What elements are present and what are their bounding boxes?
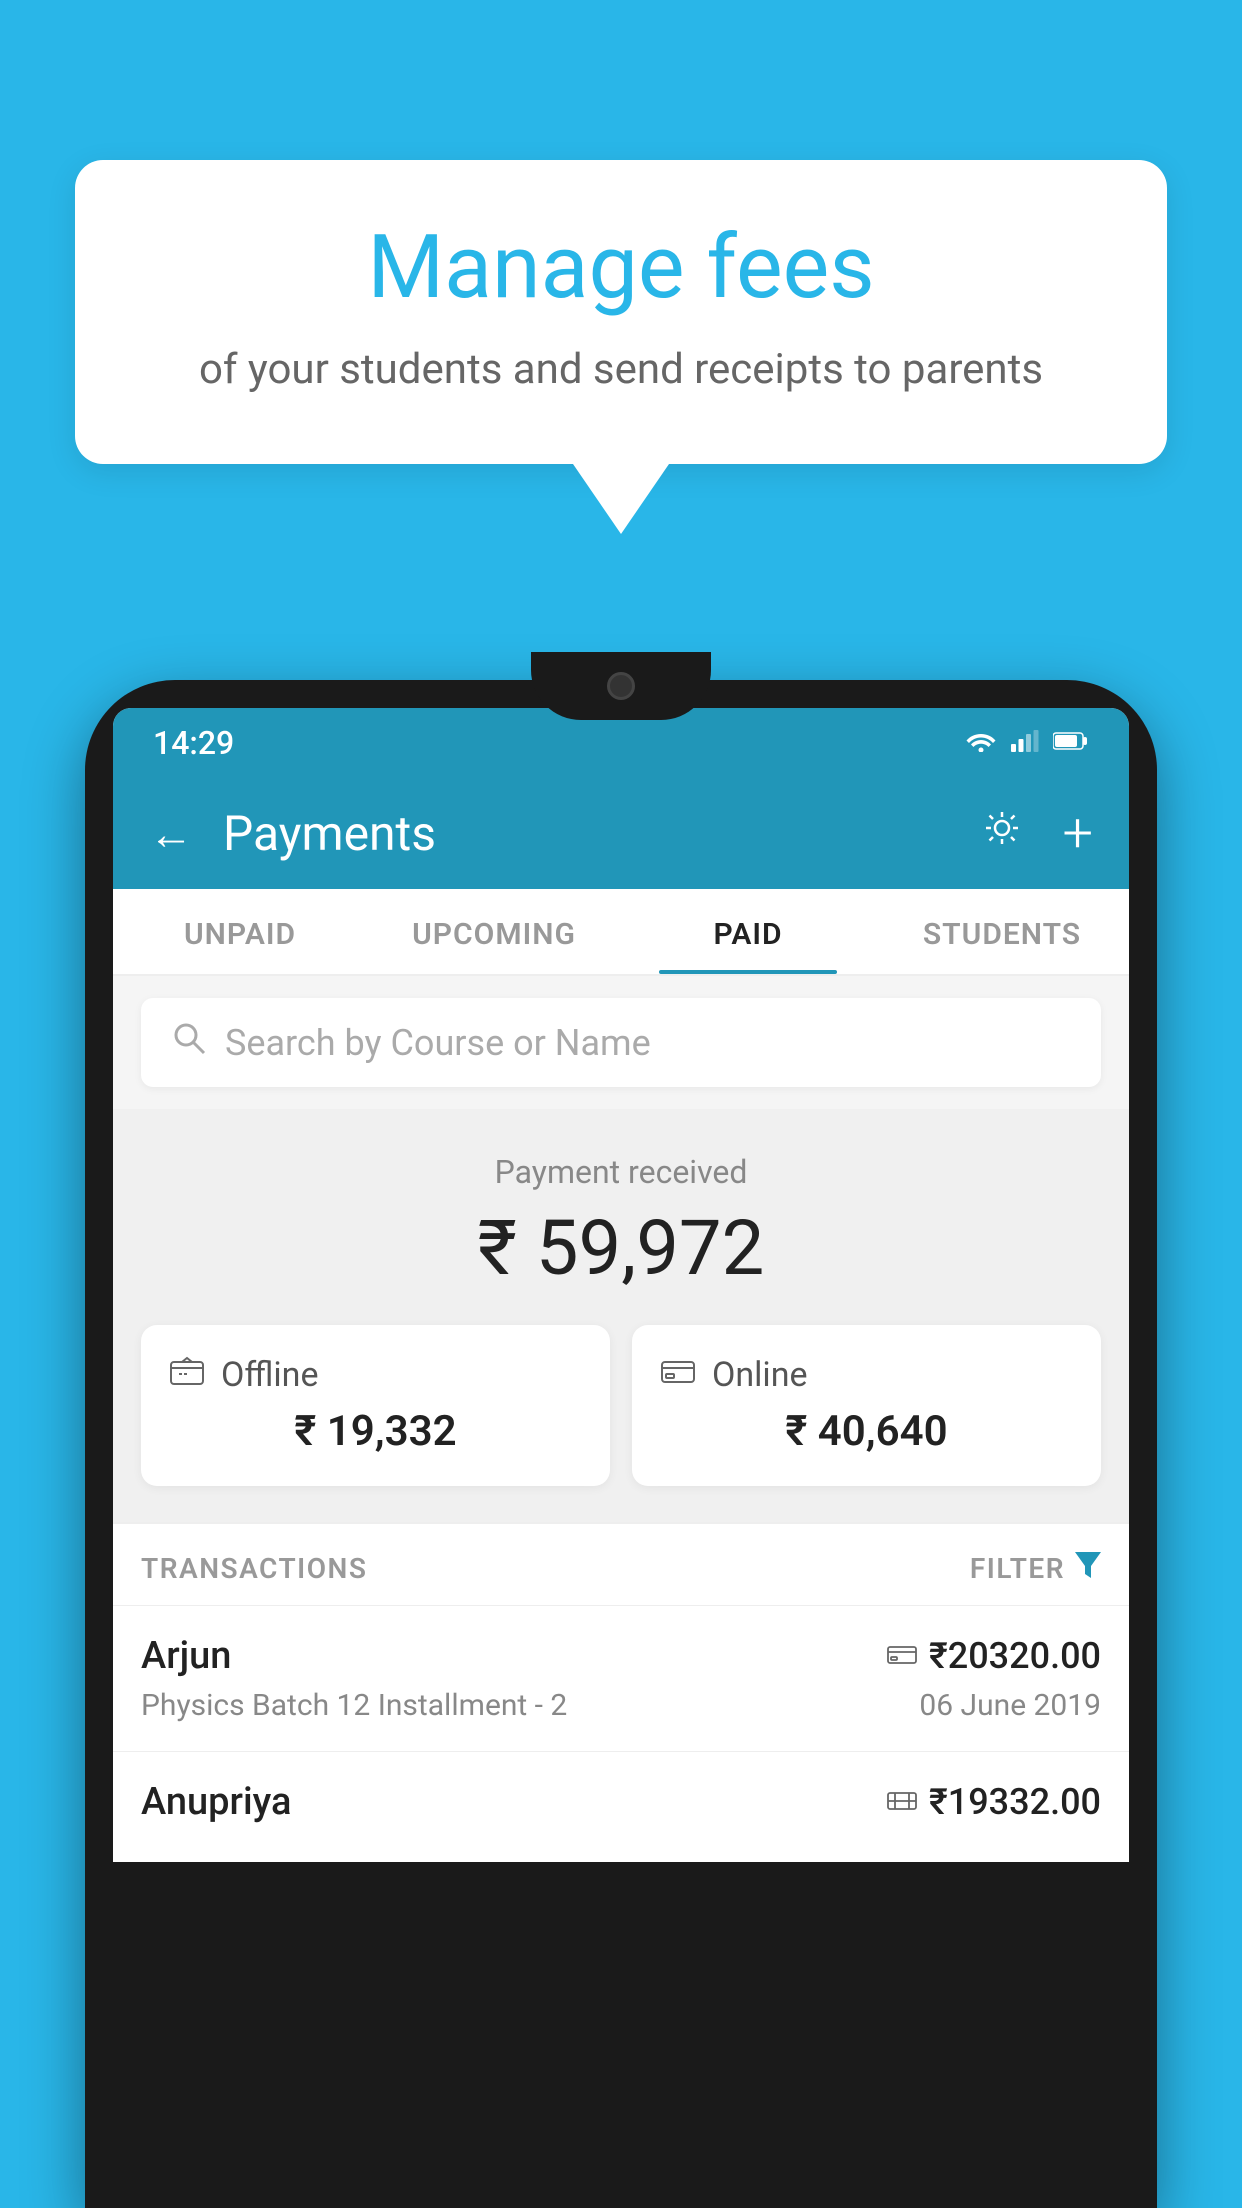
offline-payment-card: Offline ₹ 19,332 — [141, 1325, 610, 1486]
speech-bubble-container: Manage fees of your students and send re… — [75, 160, 1167, 534]
speech-bubble-title: Manage fees — [155, 220, 1087, 317]
online-payment-card: Online ₹ 40,640 — [632, 1325, 1101, 1486]
status-icons — [965, 730, 1089, 756]
online-type-label: Online — [712, 1355, 808, 1395]
signal-icon — [1011, 730, 1039, 756]
tab-upcoming[interactable]: UPCOMING — [367, 889, 621, 974]
transaction-amount: ₹20320.00 — [929, 1635, 1101, 1677]
filter-icon — [1075, 1552, 1101, 1585]
status-time: 14:29 — [153, 724, 234, 762]
offline-type-label: Offline — [221, 1355, 318, 1395]
offline-card-top: Offline — [169, 1355, 582, 1395]
phone-notch — [531, 652, 711, 720]
search-icon — [171, 1020, 207, 1065]
search-bar[interactable]: Search by Course or Name — [141, 998, 1101, 1087]
header-title: Payments — [223, 805, 960, 862]
phone-container: 14:29 — [85, 680, 1157, 2208]
offline-icon — [169, 1355, 205, 1395]
offline-amount: ₹ 19,332 — [169, 1407, 582, 1456]
online-amount: ₹ 40,640 — [660, 1407, 1073, 1456]
speech-bubble-subtitle: of your students and send receipts to pa… — [155, 345, 1087, 394]
online-card-top: Online — [660, 1355, 1073, 1395]
payment-cards: Offline ₹ 19,332 — [141, 1325, 1101, 1486]
transaction-main-row: Arjun ₹20320.00 — [141, 1634, 1101, 1678]
tab-unpaid[interactable]: UNPAID — [113, 889, 367, 974]
transaction-amount-wrapper: ₹19332.00 — [887, 1781, 1101, 1823]
phone-camera — [607, 672, 635, 700]
payment-total-amount: ₹ 59,972 — [141, 1203, 1101, 1293]
online-icon — [660, 1355, 696, 1395]
tabs-bar: UNPAID UPCOMING PAID STUDENTS — [113, 889, 1129, 976]
tab-paid[interactable]: PAID — [621, 889, 875, 974]
wifi-icon — [965, 730, 997, 756]
speech-bubble-arrow — [573, 464, 669, 534]
app-header: ← Payments + — [113, 778, 1129, 889]
filter-text: FILTER — [970, 1552, 1065, 1585]
payment-received-label: Payment received — [141, 1153, 1101, 1191]
transaction-name: Arjun — [141, 1634, 231, 1678]
payment-received-section: Payment received ₹ 59,972 — [113, 1109, 1129, 1522]
transaction-row[interactable]: Arjun ₹20320.00 Physics Batch 1 — [113, 1605, 1129, 1751]
battery-icon — [1053, 731, 1089, 755]
search-placeholder-text: Search by Course or Name — [225, 1022, 651, 1064]
tab-students[interactable]: STUDENTS — [875, 889, 1129, 974]
filter-button[interactable]: FILTER — [970, 1552, 1101, 1585]
transaction-cash-icon — [887, 1785, 917, 1820]
transaction-sub-row: Physics Batch 12 Installment - 2 06 June… — [141, 1688, 1101, 1723]
transaction-main-row: Anupriya ₹19332.00 — [141, 1780, 1101, 1824]
transaction-date: 06 June 2019 — [919, 1688, 1101, 1723]
search-container: Search by Course or Name — [113, 976, 1129, 1109]
transactions-header: TRANSACTIONS FILTER — [113, 1522, 1129, 1605]
transaction-row[interactable]: Anupriya ₹19332.00 — [113, 1751, 1129, 1862]
speech-bubble: Manage fees of your students and send re… — [75, 160, 1167, 464]
transaction-amount: ₹19332.00 — [929, 1781, 1101, 1823]
add-button[interactable]: + — [1062, 802, 1093, 865]
gear-button[interactable] — [980, 805, 1024, 862]
transaction-card-icon — [887, 1639, 917, 1674]
phone-outer: 14:29 — [85, 680, 1157, 2208]
transaction-name: Anupriya — [141, 1780, 291, 1824]
back-button[interactable]: ← — [149, 808, 193, 860]
transactions-label: TRANSACTIONS — [141, 1552, 367, 1585]
phone-screen: 14:29 — [113, 708, 1129, 1862]
transaction-course: Physics Batch 12 Installment - 2 — [141, 1688, 567, 1723]
transaction-amount-wrapper: ₹20320.00 — [887, 1635, 1101, 1677]
